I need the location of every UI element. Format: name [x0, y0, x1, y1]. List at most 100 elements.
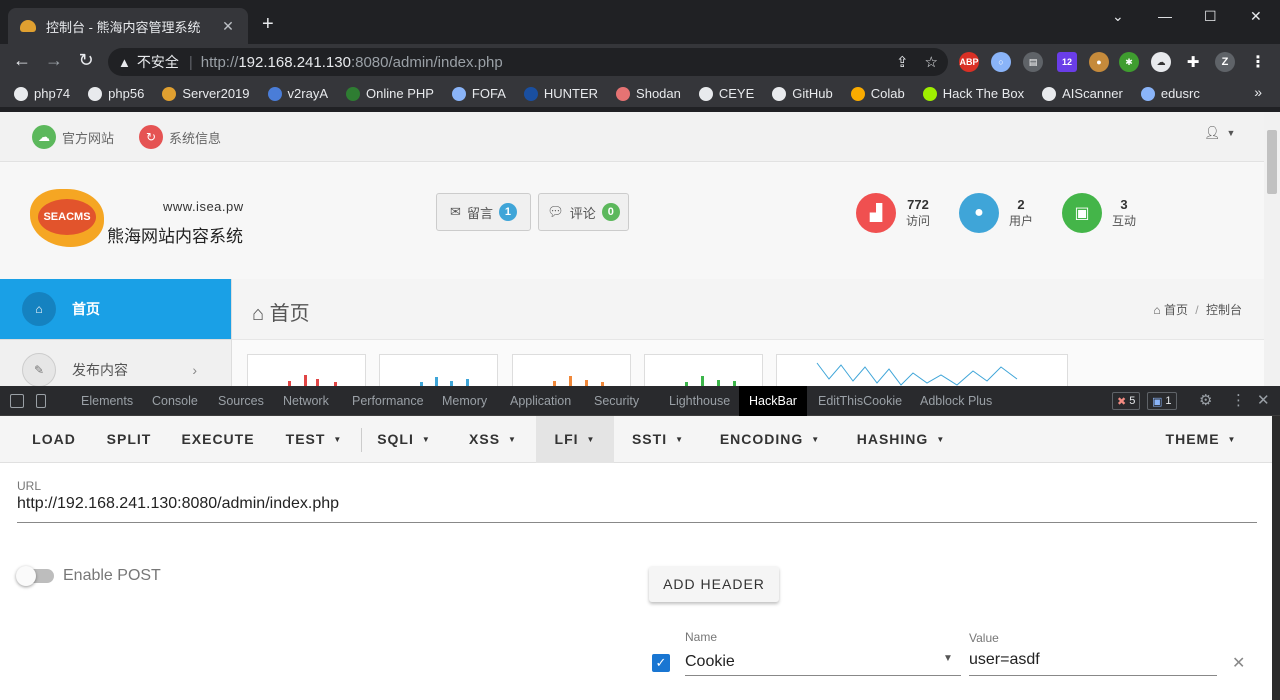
bookmark-online-php[interactable]: Online PHP	[346, 86, 434, 101]
devtools-tab-security[interactable]: Security	[594, 386, 639, 416]
hackbar-menu-hashing[interactable]: HASHING ▼	[838, 416, 964, 463]
enable-post-label[interactable]: Enable POST	[63, 567, 161, 585]
hackbar-menu-ssti[interactable]: SSTI ▼	[614, 416, 702, 463]
bookmark-hack-the-box[interactable]: Hack The Box	[922, 86, 1024, 101]
tab-search-icon[interactable]: ⌄	[1112, 8, 1124, 25]
bookmark-favicon-icon	[451, 86, 466, 101]
hackbar-menu-xss[interactable]: XSS ▼	[450, 416, 536, 463]
bookmark-php74[interactable]: php74	[14, 86, 70, 101]
devtools-tab-network[interactable]: Network	[283, 386, 329, 416]
back-icon[interactable]: ←	[10, 50, 34, 71]
toggle-knob[interactable]	[16, 566, 36, 586]
bookmark-hunter[interactable]: HUNTER	[523, 86, 598, 101]
devtools-tab-elements[interactable]: Elements	[81, 386, 133, 416]
bookmark-label: FOFA	[471, 86, 506, 101]
hackbar-scrollbar[interactable]	[1272, 416, 1280, 700]
hackbar-menu-sqli[interactable]: SQLI ▼	[362, 416, 446, 463]
hackbar-menu-lfi[interactable]: LFI ▼	[536, 416, 614, 463]
close-window-icon[interactable]: ✕	[1250, 8, 1262, 25]
bookmark-shodan[interactable]: Shodan	[616, 86, 681, 101]
hackbar-menu-load[interactable]: LOAD	[17, 416, 91, 463]
maximize-icon[interactable]: ☐	[1204, 8, 1217, 25]
bookmark-star-icon[interactable]: ☆	[925, 53, 938, 71]
cookie-icon[interactable]: ●	[1089, 52, 1109, 72]
bookmark-fofa[interactable]: FOFA	[451, 86, 506, 101]
header-name-select[interactable]: Cookie	[685, 653, 735, 671]
user-menu[interactable]: 👤︎ ▼	[1204, 125, 1235, 141]
messages-button[interactable]: ✉ 留言 1	[436, 193, 531, 231]
header-value-input[interactable]: user=asdf	[969, 651, 1040, 669]
bookmark-colab[interactable]: Colab	[850, 86, 905, 101]
extension-cloud-icon[interactable]: ☁	[1151, 52, 1171, 72]
gear-green-icon[interactable]: ✱	[1119, 52, 1139, 72]
devtools-tab-hackbar[interactable]: HackBar	[739, 386, 807, 416]
comments-button[interactable]: 💬︎ 评论 0	[538, 193, 629, 231]
page-title: ⌂ 首页	[252, 297, 310, 326]
extensions-puzzle-icon[interactable]: ✚	[1183, 52, 1203, 72]
inspect-element-icon[interactable]	[10, 394, 24, 408]
devtools-messages-count: 1	[1165, 395, 1172, 407]
devtools-tab-editthiscookie[interactable]: EditThisCookie	[818, 386, 902, 416]
extension-doc-icon[interactable]: ▤	[1023, 52, 1043, 72]
menu-kebab-icon[interactable]: ⋮	[1248, 52, 1268, 72]
bookmark-favicon-icon	[346, 86, 360, 101]
hackbar-menu-execute[interactable]: EXECUTE	[166, 416, 270, 463]
reload-icon[interactable]: ↻	[74, 50, 98, 71]
page-scrollbar[interactable]	[1264, 112, 1280, 386]
hackbar-menu-theme[interactable]: THEME ▼	[1148, 416, 1254, 463]
close-devtools-icon[interactable]: ✕	[1257, 386, 1270, 416]
sidebar-item-publish[interactable]: ✎ 发布内容 ›	[0, 339, 231, 386]
bookmark-edusrc[interactable]: edusrc	[1140, 86, 1200, 101]
user-stat-icon: ●	[959, 193, 999, 233]
devtools-tab-performance[interactable]: Performance	[352, 386, 424, 416]
bookmark-server2019[interactable]: Server2019	[162, 86, 250, 101]
bookmark-php56[interactable]: php56	[88, 86, 144, 101]
browser-tab[interactable]: 控制台 - 熊海内容管理系统 ✕	[8, 8, 248, 44]
bookmarks-overflow-icon[interactable]: »	[1254, 84, 1262, 100]
forward-icon[interactable]: →	[42, 50, 66, 71]
enable-post-toggle[interactable]	[16, 566, 54, 586]
profile-avatar[interactable]: Z	[1215, 52, 1235, 72]
hackbar-menu-encoding[interactable]: ENCODING ▼	[702, 416, 838, 463]
add-header-button[interactable]: ADD HEADER	[649, 566, 779, 602]
security-label[interactable]: 不安全	[137, 52, 179, 72]
bookmark-ceye[interactable]: CEYE	[698, 86, 754, 101]
page-scrollbar-thumb[interactable]	[1267, 130, 1277, 194]
hackbar-menu-test[interactable]: TEST ▼	[270, 416, 358, 463]
devtools-tab-sources[interactable]: Sources	[218, 386, 264, 416]
bookmark-aiscanner[interactable]: AIScanner	[1042, 86, 1123, 101]
breadcrumb-home-icon: ⌂	[1153, 303, 1161, 317]
minimize-icon[interactable]: —	[1158, 8, 1172, 24]
devtools-tab-memory[interactable]: Memory	[442, 386, 487, 416]
bookmark-github[interactable]: GitHub	[772, 86, 833, 101]
official-site-link[interactable]: ☁ 官方网站	[32, 125, 114, 149]
extension-badge-icon[interactable]: 12	[1057, 52, 1077, 72]
warning-icon[interactable]: ▲	[118, 55, 131, 70]
share-icon[interactable]: ⇪	[896, 53, 909, 71]
url-textarea[interactable]: http://192.168.241.130:8080/admin/index.…	[17, 495, 339, 513]
devtools-tab-lighthouse[interactable]: Lighthouse	[669, 386, 730, 416]
breadcrumb-home[interactable]: 首页	[1164, 303, 1188, 317]
devtools-menu-icon[interactable]: ⋮	[1231, 386, 1246, 416]
hackbar-menu-label: HASHING	[856, 431, 929, 447]
bookmark-favicon-icon	[14, 86, 28, 101]
close-tab-icon[interactable]: ✕	[220, 18, 236, 35]
address-bar[interactable]: ▲ 不安全 | http:// 192.168.241.130 :8080/ad…	[108, 48, 948, 76]
device-toolbar-icon[interactable]	[36, 394, 46, 408]
messages-counter[interactable]: ▣ 1	[1147, 392, 1177, 410]
extension-circle-icon[interactable]: ○	[991, 52, 1011, 72]
header-name-dropdown-icon[interactable]: ▼	[943, 653, 953, 664]
devtools-tab-adblock-plus[interactable]: Adblock Plus	[920, 386, 992, 416]
devtools-tab-console[interactable]: Console	[152, 386, 198, 416]
system-info-link[interactable]: ↻ 系统信息	[139, 125, 221, 149]
adblock-plus-icon[interactable]: ABP	[959, 52, 979, 72]
bookmark-v2raya[interactable]: v2rayA	[267, 86, 328, 101]
new-tab-icon[interactable]: +	[262, 14, 274, 34]
hackbar-menu-split[interactable]: SPLIT	[90, 416, 168, 463]
settings-gear-icon[interactable]: ⚙	[1199, 386, 1212, 416]
sidebar-item-home[interactable]: ⌂ 首页	[0, 279, 231, 339]
devtools-tab-application[interactable]: Application	[510, 386, 571, 416]
remove-header-icon[interactable]: ✕	[1232, 653, 1245, 673]
header-enabled-checkbox[interactable]: ✓	[652, 654, 670, 672]
errors-counter[interactable]: ✖ 5	[1112, 392, 1141, 410]
